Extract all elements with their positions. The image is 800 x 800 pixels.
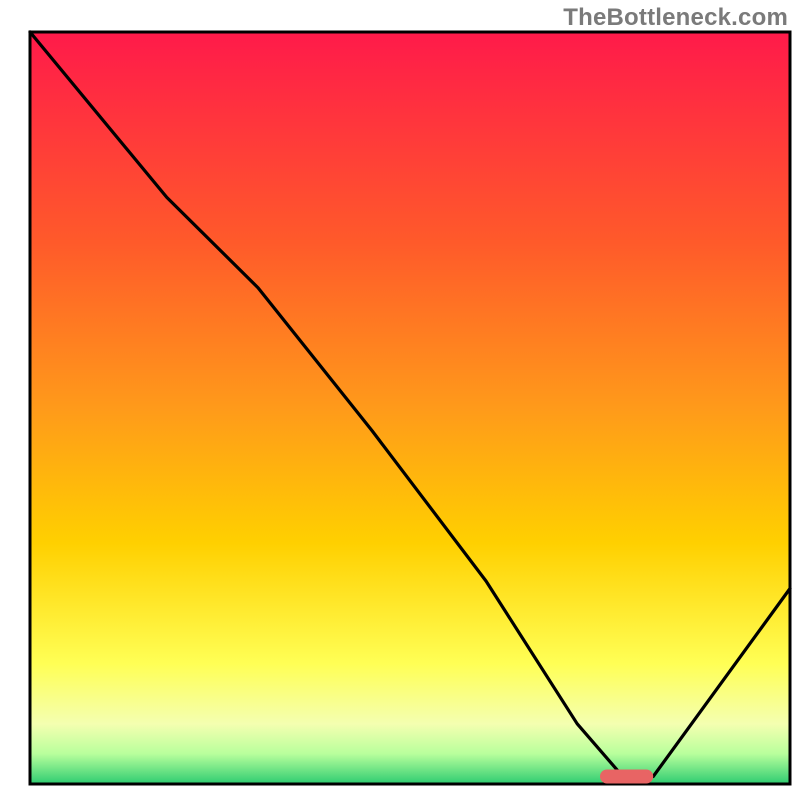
optimal-point-marker — [600, 770, 653, 784]
bottleneck-chart — [0, 0, 800, 800]
chart-container: TheBottleneck.com — [0, 0, 800, 800]
plot-background — [30, 32, 790, 784]
watermark-text: TheBottleneck.com — [563, 4, 788, 32]
